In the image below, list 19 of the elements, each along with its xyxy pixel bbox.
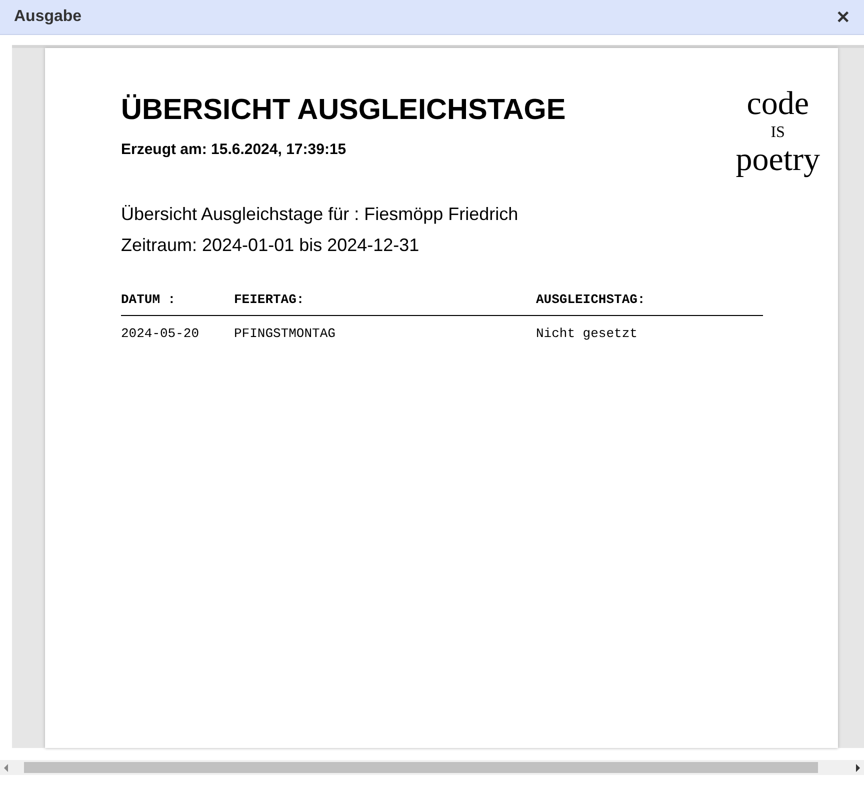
table-cell: Nicht gesetzt	[536, 326, 638, 341]
logo-text: poetry	[736, 142, 820, 180]
column-header: DATUM :	[121, 292, 176, 307]
logo-text: code	[746, 86, 809, 124]
logo-text: IS	[770, 124, 785, 142]
column-header: FEIERTAG:	[234, 292, 304, 307]
horizontal-scrollbar[interactable]	[0, 760, 864, 775]
info-line: Zeitraum: 2024-01-01 bis 2024-12-31	[121, 235, 420, 256]
scroll-right-icon[interactable]	[854, 764, 862, 772]
table-cell: PFINGSTMONTAG	[234, 326, 336, 341]
document-title: ÜBERSICHT AUSGLEICHSTAGE	[121, 94, 566, 127]
created-date: Erzeugt am: 15.6.2024, 17:39:15	[121, 141, 346, 158]
column-header: AUSGLEICHSTAG:	[536, 292, 646, 307]
close-button[interactable]: ✕	[836, 6, 850, 28]
scroll-left-icon[interactable]	[2, 764, 10, 772]
info-line: Übersicht Ausgleichstage für : Fiesmöpp Friedrich	[121, 204, 518, 225]
scrollbar-thumb[interactable]	[24, 762, 818, 773]
window-title: Ausgabe	[14, 8, 82, 26]
table-cell: 2024-05-20	[121, 326, 200, 341]
